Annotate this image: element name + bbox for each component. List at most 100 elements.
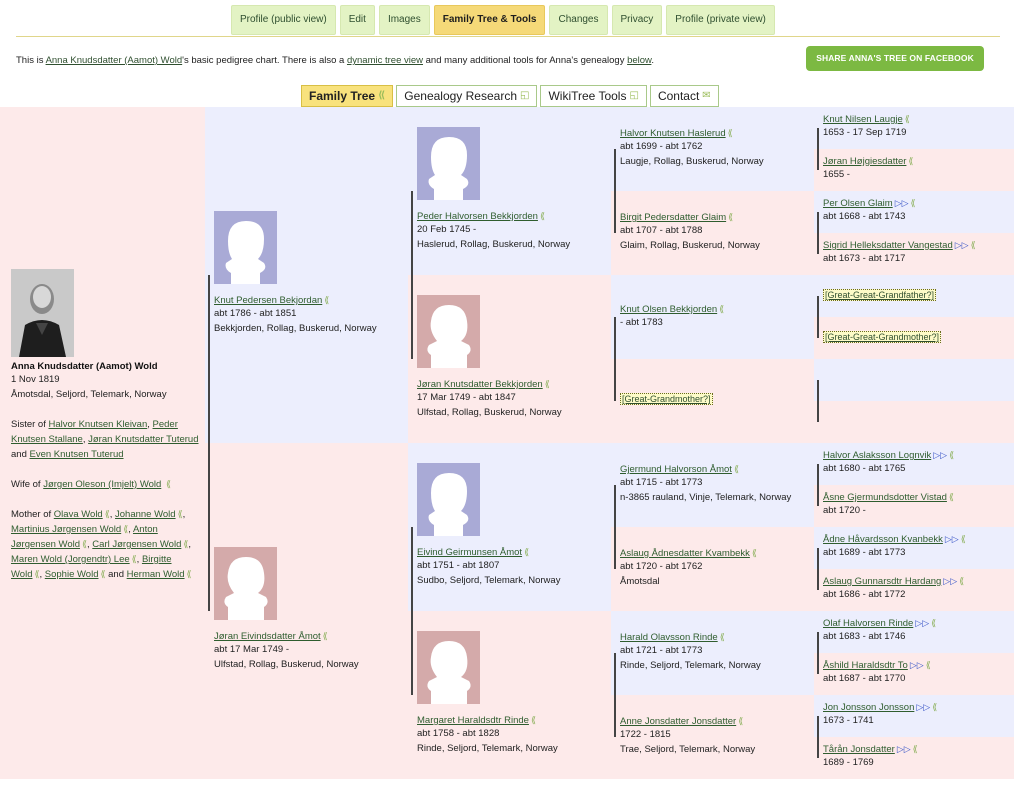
tree-icon[interactable]: ⟪ — [34, 569, 39, 579]
tree-icon[interactable]: ⟪ — [323, 631, 328, 641]
tab-edit[interactable]: Edit — [339, 5, 375, 35]
sibling-link[interactable]: Halvor Knutsen Kleivan — [49, 419, 148, 430]
male-silhouette-icon[interactable] — [214, 211, 277, 284]
person-link[interactable]: Knut Pedersen Bekjordan — [214, 295, 322, 306]
dna-icon[interactable]: ▷▷ — [910, 660, 924, 670]
tree-icon[interactable]: ⟪ — [961, 534, 966, 544]
female-silhouette-icon[interactable] — [214, 547, 277, 620]
subtab-family-tree[interactable]: Family Tree ⟪ — [301, 85, 394, 107]
tab-family-tree-tools[interactable]: Family Tree & Tools — [433, 5, 546, 35]
dynamic-tree-link[interactable]: dynamic tree view — [347, 55, 423, 66]
tree-icon[interactable]: ⟪ — [738, 716, 743, 726]
child-link[interactable]: Carl Jørgensen Wold — [92, 539, 181, 550]
person-link[interactable]: Jon Jonsson Jonsson — [823, 702, 914, 713]
person-link[interactable]: Åshild Haraldsdtr To — [823, 660, 908, 671]
tree-icon[interactable]: ⟪ — [931, 618, 936, 628]
person-link[interactable]: Ådne Håvardsson Kvanbekk — [823, 534, 943, 545]
tree-icon[interactable]: ⟪ — [324, 295, 329, 305]
person-link[interactable]: Åsne Gjermundsdotter Vistad — [823, 492, 947, 503]
tree-icon[interactable]: ⟪ — [187, 569, 192, 579]
tree-icon[interactable]: ⟪ — [524, 547, 529, 557]
tree-icon[interactable]: ⟪ — [971, 240, 976, 250]
child-link[interactable]: Sophie Wold — [45, 569, 99, 580]
person-link[interactable]: Aslaug Gunnarsdtr Hardang — [823, 576, 941, 587]
tab-profile-private[interactable]: Profile (private view) — [666, 5, 775, 35]
tab-privacy[interactable]: Privacy — [611, 5, 663, 35]
subtab-contact[interactable]: Contact ✉ — [649, 85, 719, 107]
add-great-great-grandmother-link[interactable]: [Great-Great-Grandmother?] — [823, 331, 942, 343]
share-facebook-button[interactable]: SHARE ANNA'S TREE ON FACEBOOK — [806, 46, 984, 71]
person-link[interactable]: Aslaug Ådnesdatter Kvambekk — [620, 548, 750, 559]
sibling-link[interactable]: Even Knutsen Tuterud — [30, 449, 124, 460]
tree-icon[interactable]: ⟪ — [734, 464, 739, 474]
tree-icon[interactable]: ⟪ — [752, 548, 757, 558]
person-link[interactable]: Halvor Knutsen Haslerud — [620, 128, 726, 139]
tree-icon[interactable]: ⟪ — [178, 509, 183, 519]
tree-icon[interactable]: ⟪ — [908, 156, 913, 166]
person-link[interactable]: Jøran Eivindsdatter Åmot — [214, 631, 321, 642]
dna-icon[interactable]: ▷▷ — [895, 198, 909, 208]
person-link[interactable]: Eivind Geirmunsen Åmot — [417, 547, 522, 558]
child-link[interactable]: Olava Wold — [54, 509, 103, 520]
tree-icon[interactable]: ⟪ — [911, 198, 916, 208]
tree-icon[interactable]: ⟪ — [183, 539, 188, 549]
dna-icon[interactable]: ▷▷ — [897, 744, 911, 754]
tree-icon[interactable]: ⟪ — [949, 492, 954, 502]
tab-changes[interactable]: Changes — [549, 5, 608, 35]
person-link[interactable]: Halvor Aslaksson Lognvik — [823, 450, 931, 461]
tree-icon[interactable]: ⟪ — [913, 744, 918, 754]
tree-icon[interactable]: ⟪ — [949, 450, 954, 460]
dna-icon[interactable]: ▷▷ — [916, 702, 930, 712]
tree-icon[interactable]: ⟪ — [545, 379, 550, 389]
person-link[interactable]: Per Olsen Glaim — [823, 198, 893, 209]
tree-icon[interactable]: ⟪ — [100, 569, 105, 579]
child-link[interactable]: Maren Wold (Jorgendtr) Lee — [11, 554, 130, 565]
tree-icon[interactable]: ⟪ — [959, 576, 964, 586]
person-link[interactable]: Olaf Halvorsen Rinde — [823, 618, 913, 629]
below-link[interactable]: below — [627, 55, 651, 66]
subtab-genealogy-research[interactable]: Genealogy Research ◱ — [396, 85, 538, 107]
person-link[interactable]: Knut Nilsen Laugje — [823, 114, 903, 125]
tree-icon[interactable]: ⟪ — [932, 702, 937, 712]
person-link[interactable]: Tårån Jonsdatter — [823, 744, 895, 755]
tree-icon[interactable]: ⟪ — [105, 509, 110, 519]
person-link[interactable]: Gjermund Halvorson Åmot — [620, 464, 732, 475]
tree-icon[interactable]: ⟪ — [531, 715, 536, 725]
tab-profile-public[interactable]: Profile (public view) — [231, 5, 336, 35]
tree-icon[interactable]: ⟪ — [540, 211, 545, 221]
sibling-link[interactable]: Jøran Knutsdatter Tuterud — [88, 434, 198, 445]
person-link[interactable]: Harald Olavsson Rinde — [620, 632, 718, 643]
tree-icon[interactable]: ⟪ — [82, 539, 87, 549]
person-link[interactable]: Sigrid Helleksdatter Vangestad — [823, 240, 953, 251]
child-link[interactable]: Martinius Jørgensen Wold — [11, 524, 121, 535]
tree-icon[interactable]: ⟪ — [728, 128, 733, 138]
add-great-grandmother-link[interactable]: [Great-Grandmother?] — [620, 393, 713, 405]
dna-icon[interactable]: ▷▷ — [945, 534, 959, 544]
spouse-link[interactable]: Jørgen Oleson (Imjelt) Wold — [43, 479, 161, 490]
child-link[interactable]: Herman Wold — [127, 569, 185, 580]
person-link[interactable]: Jøran Knutsdatter Bekkjorden — [417, 379, 543, 390]
person-link[interactable]: Anne Jonsdatter Jonsdatter — [620, 716, 736, 727]
dna-icon[interactable]: ▷▷ — [933, 450, 947, 460]
female-silhouette-icon[interactable] — [417, 295, 480, 368]
add-great-great-grandfather-link[interactable]: [Great-Great-Grandfather?] — [823, 289, 937, 301]
profile-name-link[interactable]: Anna Knudsdatter (Aamot) Wold — [46, 55, 183, 66]
tree-icon[interactable]: ⟪ — [720, 632, 725, 642]
subtab-wikitree-tools[interactable]: WikiTree Tools ◱ — [540, 85, 647, 107]
tree-icon[interactable]: ⟪ — [166, 479, 171, 489]
person-link[interactable]: Knut Olsen Bekkjorden — [620, 304, 717, 315]
dna-icon[interactable]: ▷▷ — [915, 618, 929, 628]
tree-icon[interactable]: ⟪ — [719, 304, 724, 314]
person-link[interactable]: Peder Halvorsen Bekkjorden — [417, 211, 538, 222]
dna-icon[interactable]: ▷▷ — [955, 240, 969, 250]
person-link[interactable]: Margaret Haraldsdtr Rinde — [417, 715, 529, 726]
tree-icon[interactable]: ⟪ — [728, 212, 733, 222]
person-link[interactable]: Birgit Pedersdatter Glaim — [620, 212, 726, 223]
female-silhouette-icon[interactable] — [417, 631, 480, 704]
tree-icon[interactable]: ⟪ — [132, 554, 137, 564]
child-link[interactable]: Johanne Wold — [115, 509, 176, 520]
tree-icon[interactable]: ⟪ — [123, 524, 128, 534]
person-link[interactable]: Jøran Højgiesdatter — [823, 156, 906, 167]
tree-icon[interactable]: ⟪ — [926, 660, 931, 670]
male-silhouette-icon[interactable] — [417, 127, 480, 200]
